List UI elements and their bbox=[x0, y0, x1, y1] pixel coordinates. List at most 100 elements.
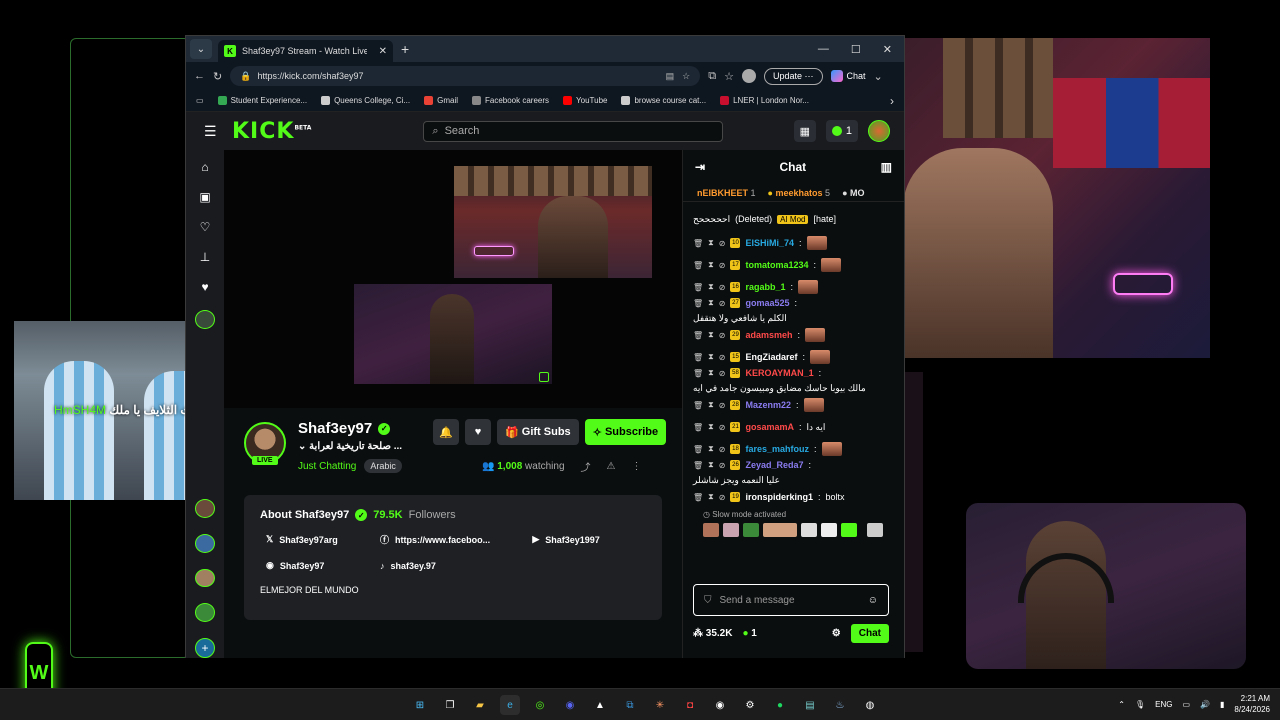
ban-icon[interactable]: ⊘ bbox=[719, 331, 726, 340]
chat-username[interactable]: adamsmeh bbox=[745, 330, 792, 340]
delete-icon[interactable]: 🗑 bbox=[693, 493, 703, 502]
spotify-icon[interactable]: ● bbox=[770, 695, 790, 715]
gifter-item[interactable]: ● meekhatos 5 bbox=[768, 188, 831, 198]
bookmark-item[interactable]: Student Experience... bbox=[217, 96, 307, 105]
menu-icon[interactable]: ☰ bbox=[204, 123, 218, 140]
extensions-icon[interactable]: ⧉ bbox=[708, 70, 716, 83]
vscode-icon[interactable]: ⧉ bbox=[620, 695, 640, 715]
chevron-down-icon[interactable]: ⌄ bbox=[298, 441, 306, 452]
delete-icon[interactable]: 🗑 bbox=[693, 461, 703, 470]
social-link-facebook[interactable]: ⓕ https://www.faceboo... bbox=[380, 533, 510, 546]
close-tab-icon[interactable]: ✕ bbox=[379, 46, 387, 57]
ban-icon[interactable]: ⊘ bbox=[719, 423, 726, 432]
subscribe-button[interactable]: ✧ Subscribe bbox=[584, 419, 667, 445]
emote[interactable] bbox=[867, 523, 883, 537]
file-explorer-icon[interactable]: ▰ bbox=[470, 695, 490, 715]
more-options-icon[interactable]: ⋮ bbox=[631, 461, 641, 472]
delete-icon[interactable]: 🗑 bbox=[693, 331, 703, 340]
chat-username[interactable]: KEROAYMAN_1 bbox=[745, 368, 813, 378]
emote[interactable] bbox=[703, 523, 719, 537]
follow-button[interactable]: ♥ bbox=[465, 419, 491, 445]
chat-settings-icon[interactable]: ⚙ bbox=[832, 628, 841, 639]
followed-channel-avatar[interactable] bbox=[195, 603, 215, 623]
delete-icon[interactable]: 🗑 bbox=[693, 353, 703, 362]
bookmark-item[interactable]: browse course cat... bbox=[621, 96, 706, 105]
profile-icon[interactable] bbox=[741, 69, 756, 83]
delete-icon[interactable]: 🗑 bbox=[693, 401, 703, 410]
delete-icon[interactable]: 🗑 bbox=[693, 369, 703, 378]
emote[interactable] bbox=[763, 523, 797, 537]
ban-icon[interactable]: ⊘ bbox=[719, 369, 726, 378]
chevron-down-icon[interactable]: ⌄ bbox=[874, 70, 883, 83]
timeout-icon[interactable]: ⧗ bbox=[708, 330, 714, 340]
ban-icon[interactable]: ⊘ bbox=[719, 261, 726, 270]
notepad-icon[interactable]: ▤ bbox=[800, 695, 820, 715]
timeout-icon[interactable]: ⧗ bbox=[708, 444, 714, 454]
gifter-item[interactable]: nEIBKHEET 1 bbox=[697, 188, 756, 198]
notifications-button[interactable]: 🔔 bbox=[433, 419, 459, 445]
delete-icon[interactable]: 🗑 bbox=[693, 261, 703, 270]
refresh-icon[interactable]: ↻ bbox=[213, 70, 222, 83]
network-icon[interactable]: ▭ bbox=[1182, 700, 1190, 709]
chat-username[interactable]: ironspiderking1 bbox=[745, 492, 813, 502]
bookmark-item[interactable]: Gmail bbox=[424, 96, 458, 105]
chat-username[interactable]: fares_mahfouz bbox=[745, 444, 809, 454]
following-icon[interactable]: ♡ bbox=[200, 220, 211, 234]
category-link[interactable]: Just Chatting bbox=[298, 461, 356, 472]
bookmarks-more-icon[interactable]: › bbox=[890, 94, 894, 108]
share-icon[interactable]: ⤴ bbox=[581, 459, 591, 474]
gifter-item[interactable]: ● MO bbox=[842, 188, 864, 198]
chat-username[interactable]: ElSHiMi_74 bbox=[745, 238, 794, 248]
bookmark-item[interactable]: Queens College, Ci... bbox=[321, 96, 410, 105]
browse-icon[interactable]: ▦ bbox=[793, 120, 816, 142]
ban-icon[interactable]: ⊘ bbox=[719, 239, 726, 248]
coins-count[interactable]: ● 1 bbox=[742, 628, 756, 639]
chat-username[interactable]: ragabb_1 bbox=[745, 282, 785, 292]
emote[interactable] bbox=[723, 523, 739, 537]
volume-icon[interactable]: 🔊 bbox=[1200, 700, 1210, 709]
back-icon[interactable]: ← bbox=[194, 70, 205, 82]
timeout-icon[interactable]: ⧗ bbox=[708, 422, 714, 432]
gift-subs-button[interactable]: 🎁 Gift Subs bbox=[497, 419, 579, 445]
app-icon[interactable]: ▲ bbox=[590, 695, 610, 715]
report-icon[interactable]: ⚠ bbox=[607, 461, 616, 472]
add-channel-icon[interactable]: + bbox=[195, 638, 215, 659]
app-icon[interactable]: ◍ bbox=[860, 695, 880, 715]
start-icon[interactable]: ⊞ bbox=[410, 695, 430, 715]
followed-channel-avatar[interactable] bbox=[195, 568, 215, 588]
browse-nav-icon[interactable]: ▣ bbox=[199, 190, 210, 204]
microphone-icon[interactable]: 🎙 bbox=[1135, 700, 1145, 709]
emoji-icon[interactable]: ☺ bbox=[868, 595, 878, 606]
ban-icon[interactable]: ⊘ bbox=[719, 353, 726, 362]
kicks-count[interactable]: ⁂ 35.2K bbox=[693, 628, 732, 639]
social-link-youtube[interactable]: ▶ Shaf3ey1997 bbox=[532, 533, 620, 546]
timeout-icon[interactable]: ⧗ bbox=[708, 492, 714, 502]
followed-channel-avatar[interactable] bbox=[195, 534, 215, 553]
app-icon[interactable]: ◘ bbox=[680, 695, 700, 715]
collapse-chat-icon[interactable]: ⇥ bbox=[695, 160, 705, 174]
chat-username[interactable]: EngZiadaref bbox=[745, 352, 797, 362]
delete-icon[interactable]: 🗑 bbox=[693, 423, 703, 432]
discord-icon[interactable]: ◉ bbox=[560, 695, 580, 715]
chevron-up-icon[interactable]: ⌃ bbox=[1118, 700, 1125, 709]
ban-icon[interactable]: ⊘ bbox=[719, 299, 726, 308]
timeout-icon[interactable]: ⧗ bbox=[708, 298, 714, 308]
send-chat-button[interactable]: Chat bbox=[850, 623, 889, 643]
favorite-star-icon[interactable]: ☆ bbox=[682, 71, 690, 82]
ban-icon[interactable]: ⊘ bbox=[719, 283, 726, 292]
favorites-icon[interactable]: ☆ bbox=[724, 70, 734, 83]
timeout-icon[interactable]: ⧗ bbox=[708, 460, 714, 470]
bookmark-item[interactable]: YouTube bbox=[563, 96, 607, 105]
user-avatar[interactable] bbox=[868, 120, 890, 142]
minimize-icon[interactable]: — bbox=[818, 43, 829, 56]
language-tag[interactable]: Arabic bbox=[364, 459, 402, 473]
followed-channel-avatar[interactable] bbox=[195, 499, 215, 519]
url-field[interactable]: 🔒 https://kick.com/shaf3ey97 ▤ ☆ bbox=[230, 66, 701, 86]
chat-username[interactable]: Zeyad_Reda7 bbox=[745, 460, 803, 470]
copilot-chat-button[interactable]: Chat bbox=[830, 70, 866, 82]
tab-actions-button[interactable]: ⌄ bbox=[190, 39, 212, 59]
battery-icon[interactable]: ▮ bbox=[1220, 700, 1224, 709]
delete-icon[interactable]: 🗑 bbox=[693, 283, 703, 292]
delete-icon[interactable]: 🗑 bbox=[693, 445, 703, 454]
delete-icon[interactable]: 🗑 bbox=[693, 299, 703, 308]
